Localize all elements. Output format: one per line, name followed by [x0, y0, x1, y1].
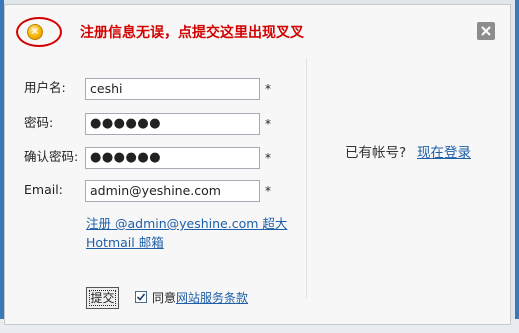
required-mark: * [265, 117, 271, 131]
submit-button[interactable]: 提交 [86, 287, 119, 309]
confirm-password-field[interactable]: ●●●●●● [85, 147, 260, 169]
password-label: 密码: [24, 115, 54, 130]
username-field[interactable]: ceshi [85, 78, 260, 100]
annotation-text: 注册信息无误，点提交这里出现叉叉 [80, 25, 304, 41]
required-mark: * [265, 82, 271, 96]
warning-circle-icon: × [27, 24, 43, 40]
confirm-password-label: 确认密码: [24, 149, 79, 164]
background-right-edge [515, 0, 519, 333]
login-link[interactable]: 现在登录 [417, 144, 471, 162]
terms-link[interactable]: 网站服务条款 [176, 290, 248, 306]
email-field[interactable]: admin@yeshine.com [85, 180, 260, 202]
close-button[interactable] [477, 22, 495, 40]
hotmail-promo-link[interactable]: 注册 @admin@yeshine.com 超大 Hotmail 邮箱 [86, 214, 296, 252]
username-label: 用户名: [24, 80, 66, 95]
login-prompt: 已有帐号? [345, 145, 407, 161]
checkmark-icon [137, 293, 145, 301]
column-divider [306, 58, 307, 298]
required-mark: * [265, 151, 271, 165]
email-label: Email: [24, 182, 63, 197]
agree-checkbox[interactable] [135, 291, 147, 303]
agree-label: 同意 [152, 291, 177, 305]
password-field[interactable]: ●●●●●● [85, 113, 260, 135]
close-icon [481, 26, 491, 36]
required-mark: * [265, 184, 271, 198]
